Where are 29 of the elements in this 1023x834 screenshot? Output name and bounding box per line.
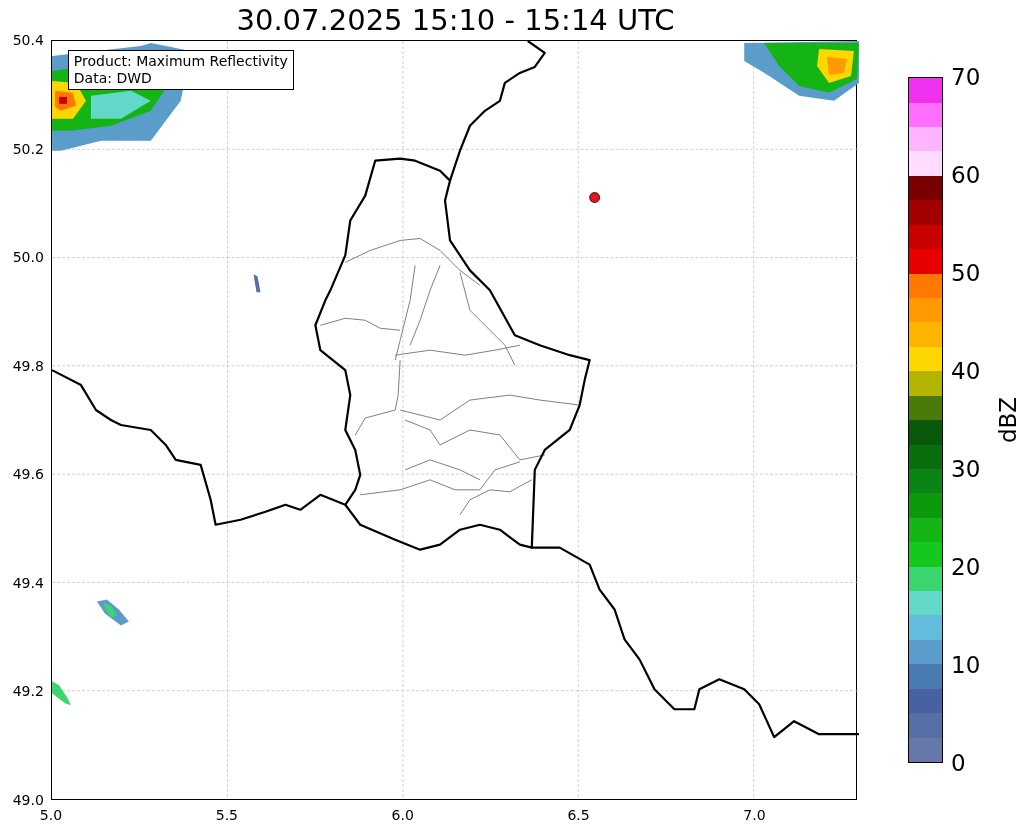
- color-scale-label: 70: [951, 65, 981, 89]
- y-tick-label: 49.0: [12, 793, 44, 807]
- y-tick-label: 50.2: [12, 141, 44, 156]
- color-scale-label: 60: [951, 163, 981, 187]
- color-scale-label: 10: [951, 653, 981, 677]
- color-scale-title: dBZ: [996, 396, 1020, 444]
- location-marker: [589, 192, 600, 203]
- color-scale-label: 20: [951, 555, 981, 579]
- radar-echo-drawing: [253, 274, 261, 293]
- y-tick-label: 49.8: [12, 358, 44, 373]
- x-tick-label: 5.5: [215, 808, 238, 822]
- y-tick-label: 49.6: [12, 467, 44, 482]
- color-scale-label: 0: [951, 751, 966, 775]
- y-tick-label: 49.4: [12, 575, 44, 590]
- legend-text: Product: Maximum Reflectivity: [73, 53, 288, 70]
- radar-echo-drawing: [51, 681, 71, 706]
- x-tick-label: 5.0: [39, 808, 63, 822]
- x-tick-label: 6.5: [567, 808, 590, 822]
- chart-title: 30.07.2025 15:10 - 15:14 UTC: [236, 5, 675, 35]
- y-tick-label: 50.4: [12, 33, 44, 47]
- color-scale-label: 30: [951, 457, 981, 481]
- x-tick-label: 7.0: [743, 808, 766, 822]
- x-tick-label: 6.0: [391, 808, 414, 822]
- radar-echo-drawing: [96, 599, 129, 626]
- y-tick-label: 50.0: [12, 250, 44, 265]
- color-scale-label: 50: [951, 261, 981, 285]
- color-scale-label: 40: [951, 359, 981, 383]
- legend-text: Data: DWD: [73, 70, 153, 87]
- y-tick-label: 49.2: [12, 684, 44, 699]
